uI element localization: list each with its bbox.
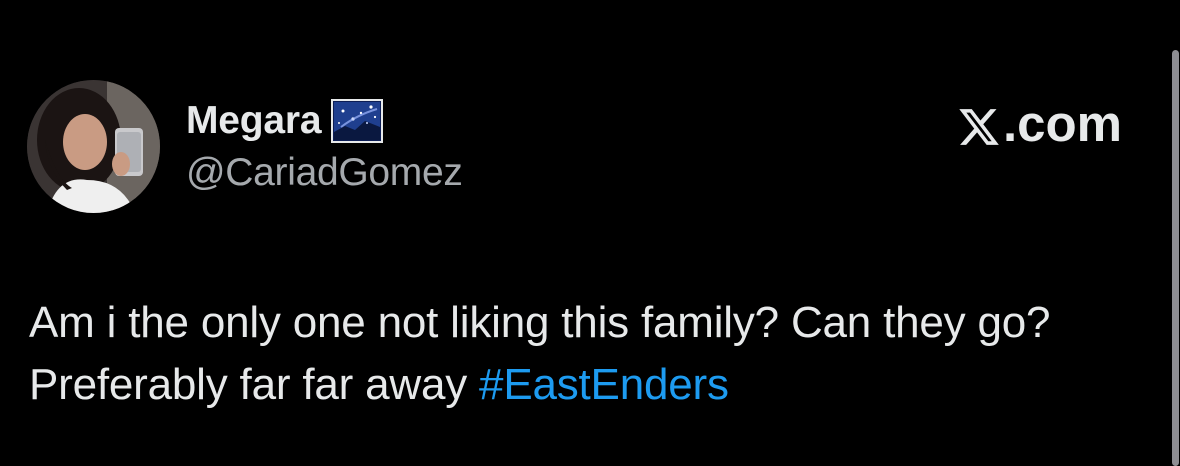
user-handle[interactable]: @CariadGomez (186, 151, 463, 195)
scrollbar-thumb[interactable] (1172, 50, 1179, 466)
brand-label: .com (957, 94, 1122, 153)
tweet-card: Megara @CariadGomez .com Am i the only o… (0, 0, 1160, 466)
display-name-row: Megara (186, 98, 384, 144)
night-sky-emoji-icon (331, 99, 384, 143)
hashtag-link[interactable]: #EastEnders (479, 360, 729, 409)
scrollbar[interactable] (1170, 50, 1180, 466)
brand-domain: .com (1002, 95, 1122, 152)
display-name[interactable]: Megara (186, 99, 322, 143)
x-logo-icon (957, 102, 1001, 146)
avatar[interactable] (27, 80, 160, 213)
avatar-photo-icon (27, 80, 160, 213)
tweet-text: Am i the only one not liking this family… (29, 292, 1139, 416)
